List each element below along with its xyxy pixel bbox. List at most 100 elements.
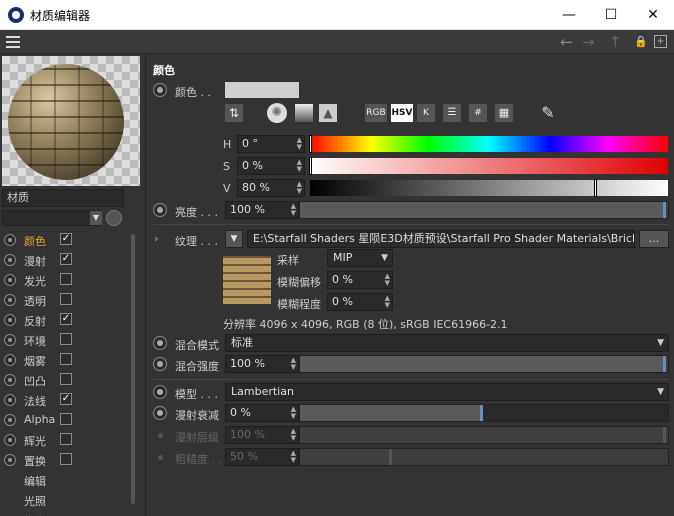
channel-checkbox[interactable] xyxy=(60,333,72,345)
eyedropper-icon[interactable]: ✎ xyxy=(539,104,557,122)
channel-item[interactable]: 漫射 ✓ xyxy=(0,250,130,270)
texture-expand-icon[interactable]: › xyxy=(154,232,158,245)
back-arrow-icon[interactable]: ← xyxy=(560,33,573,51)
color-anim-radio[interactable] xyxy=(153,83,167,97)
material-name-field[interactable]: 材质 xyxy=(2,189,124,207)
channel-checkbox[interactable]: ✓ xyxy=(60,253,72,265)
sampling-dropdown[interactable]: MIP ▼ xyxy=(327,249,393,267)
channel-item[interactable]: 发光 xyxy=(0,270,130,290)
image-icon[interactable]: ▲ xyxy=(319,104,337,122)
lock-icon[interactable]: 🔒 xyxy=(634,35,648,48)
hamburger-menu-icon[interactable] xyxy=(6,36,20,48)
channel-anim-radio[interactable] xyxy=(4,394,16,406)
h-field[interactable]: 0 ° ▲ ▼ xyxy=(237,135,305,153)
channel-checkbox[interactable] xyxy=(60,273,72,285)
channel-anim-radio[interactable] xyxy=(4,354,16,366)
saturation-slider[interactable] xyxy=(309,157,668,175)
channel-item[interactable]: 烟雾 xyxy=(0,350,130,370)
channel-item[interactable]: 辉光 xyxy=(0,430,130,450)
channel-checkbox[interactable]: ✓ xyxy=(60,233,72,245)
color-swatch[interactable] xyxy=(225,82,299,98)
filter-dropdown-icon[interactable]: ▼ xyxy=(90,211,102,225)
close-button[interactable]: ✕ xyxy=(632,0,674,30)
minimize-button[interactable]: — xyxy=(548,0,590,30)
channel-item[interactable]: 法线 ✓ xyxy=(0,390,130,410)
brightness-slider[interactable] xyxy=(299,201,669,219)
channel-scrollbar[interactable] xyxy=(130,226,136,516)
maximize-button[interactable]: ☐ xyxy=(590,0,632,30)
channel-item[interactable]: 光照 xyxy=(0,490,130,510)
channel-item[interactable]: 颜色 ✓ xyxy=(0,230,130,250)
channel-checkbox[interactable] xyxy=(60,453,72,465)
channel-anim-radio[interactable] xyxy=(4,254,16,266)
channel-anim-radio[interactable] xyxy=(4,334,16,346)
channel-checkbox[interactable] xyxy=(60,293,72,305)
channel-anim-radio[interactable] xyxy=(4,414,16,426)
hex-mode-button[interactable]: # xyxy=(469,104,487,122)
mix-mode-anim-radio[interactable] xyxy=(153,336,167,350)
hsv-mode-button[interactable]: HSV xyxy=(391,104,413,122)
diffuse-falloff-slider[interactable] xyxy=(299,404,669,422)
channel-checkbox[interactable] xyxy=(60,373,72,385)
diffuse-level-anim-radio xyxy=(153,428,167,442)
channel-item[interactable]: 透明 xyxy=(0,290,130,310)
channel-anim-radio[interactable] xyxy=(4,434,16,446)
texture-browse-button[interactable]: ... xyxy=(639,230,669,248)
brightness-field[interactable]: 100 % ▲ ▼ xyxy=(225,201,299,219)
model-anim-radio[interactable] xyxy=(153,385,167,399)
channel-item[interactable]: Alpha xyxy=(0,410,130,430)
channel-item[interactable]: 置换 xyxy=(0,450,130,470)
s-field[interactable]: 0 % ▲ ▼ xyxy=(237,157,305,175)
material-preview[interactable] xyxy=(2,56,140,186)
channel-anim-radio[interactable] xyxy=(4,454,16,466)
mix-strength-field[interactable]: 100 % ▲ ▼ xyxy=(225,355,299,373)
texture-path-field[interactable]: E:\Starfall Shaders 星陨E3D材质预设\Starfall P… xyxy=(247,230,635,248)
h-label: H xyxy=(223,138,232,151)
pick-icon[interactable] xyxy=(106,210,122,226)
diffuse-falloff-field[interactable]: 0 % ▲ ▼ xyxy=(225,404,299,422)
texture-thumbnail[interactable] xyxy=(223,256,271,304)
kelvin-mode-button[interactable]: K xyxy=(417,104,435,122)
channel-anim-radio[interactable] xyxy=(4,314,16,326)
hue-slider[interactable] xyxy=(309,135,668,153)
value-cursor[interactable] xyxy=(594,179,598,197)
blur-offset-field[interactable]: 0 % ▲ ▼ xyxy=(327,271,393,289)
swatches-grid-icon[interactable]: ▦ xyxy=(495,104,513,122)
rgb-mode-button[interactable]: RGB xyxy=(365,104,387,122)
channel-item[interactable]: 指定 xyxy=(0,510,130,516)
mix-strength-anim-radio[interactable] xyxy=(153,357,167,371)
channel-checkbox[interactable] xyxy=(60,353,72,365)
color-wheel-icon[interactable]: ✺ xyxy=(267,103,287,123)
mix-strength-slider[interactable] xyxy=(299,355,669,373)
channel-item[interactable]: 凹凸 xyxy=(0,370,130,390)
channel-checkbox[interactable]: ✓ xyxy=(60,313,72,325)
channel-item[interactable]: 编辑 xyxy=(0,470,130,490)
v-field[interactable]: 80 % ▲ ▼ xyxy=(237,179,305,197)
mixer-icon[interactable]: ☰ xyxy=(443,104,461,122)
mix-mode-dropdown[interactable]: 标准 ▼ xyxy=(225,334,669,352)
brightness-anim-radio[interactable] xyxy=(153,203,167,217)
blur-degree-field[interactable]: 0 % ▲ ▼ xyxy=(327,293,393,311)
channel-checkbox[interactable] xyxy=(60,413,72,425)
channel-filter-input[interactable] xyxy=(2,210,102,226)
new-window-icon[interactable]: + xyxy=(654,35,667,48)
model-dropdown[interactable]: Lambertian ▼ xyxy=(225,383,669,401)
channel-anim-radio[interactable] xyxy=(4,294,16,306)
diffuse-falloff-anim-radio[interactable] xyxy=(153,406,167,420)
value-slider[interactable] xyxy=(310,179,668,197)
channel-anim-radio[interactable] xyxy=(4,234,16,246)
texture-menu-arrow-icon[interactable]: ▼ xyxy=(225,230,243,248)
channel-checkbox[interactable]: ✓ xyxy=(60,393,72,405)
channel-item[interactable]: 环境 xyxy=(0,330,130,350)
channel-item[interactable]: 反射 ✓ xyxy=(0,310,130,330)
channel-checkbox[interactable] xyxy=(60,433,72,445)
mix-mode-label: 混合模式 xyxy=(175,339,219,352)
hue-cursor[interactable] xyxy=(309,135,312,153)
spectrum-icon[interactable] xyxy=(295,104,313,122)
channel-anim-radio[interactable] xyxy=(4,274,16,286)
color-picker-mode-icon[interactable]: ⇅ xyxy=(225,104,243,122)
forward-arrow-icon[interactable]: → xyxy=(582,33,595,51)
channel-anim-radio[interactable] xyxy=(4,374,16,386)
up-arrow-icon[interactable]: ↑ xyxy=(609,33,622,51)
saturation-cursor[interactable] xyxy=(309,157,312,175)
